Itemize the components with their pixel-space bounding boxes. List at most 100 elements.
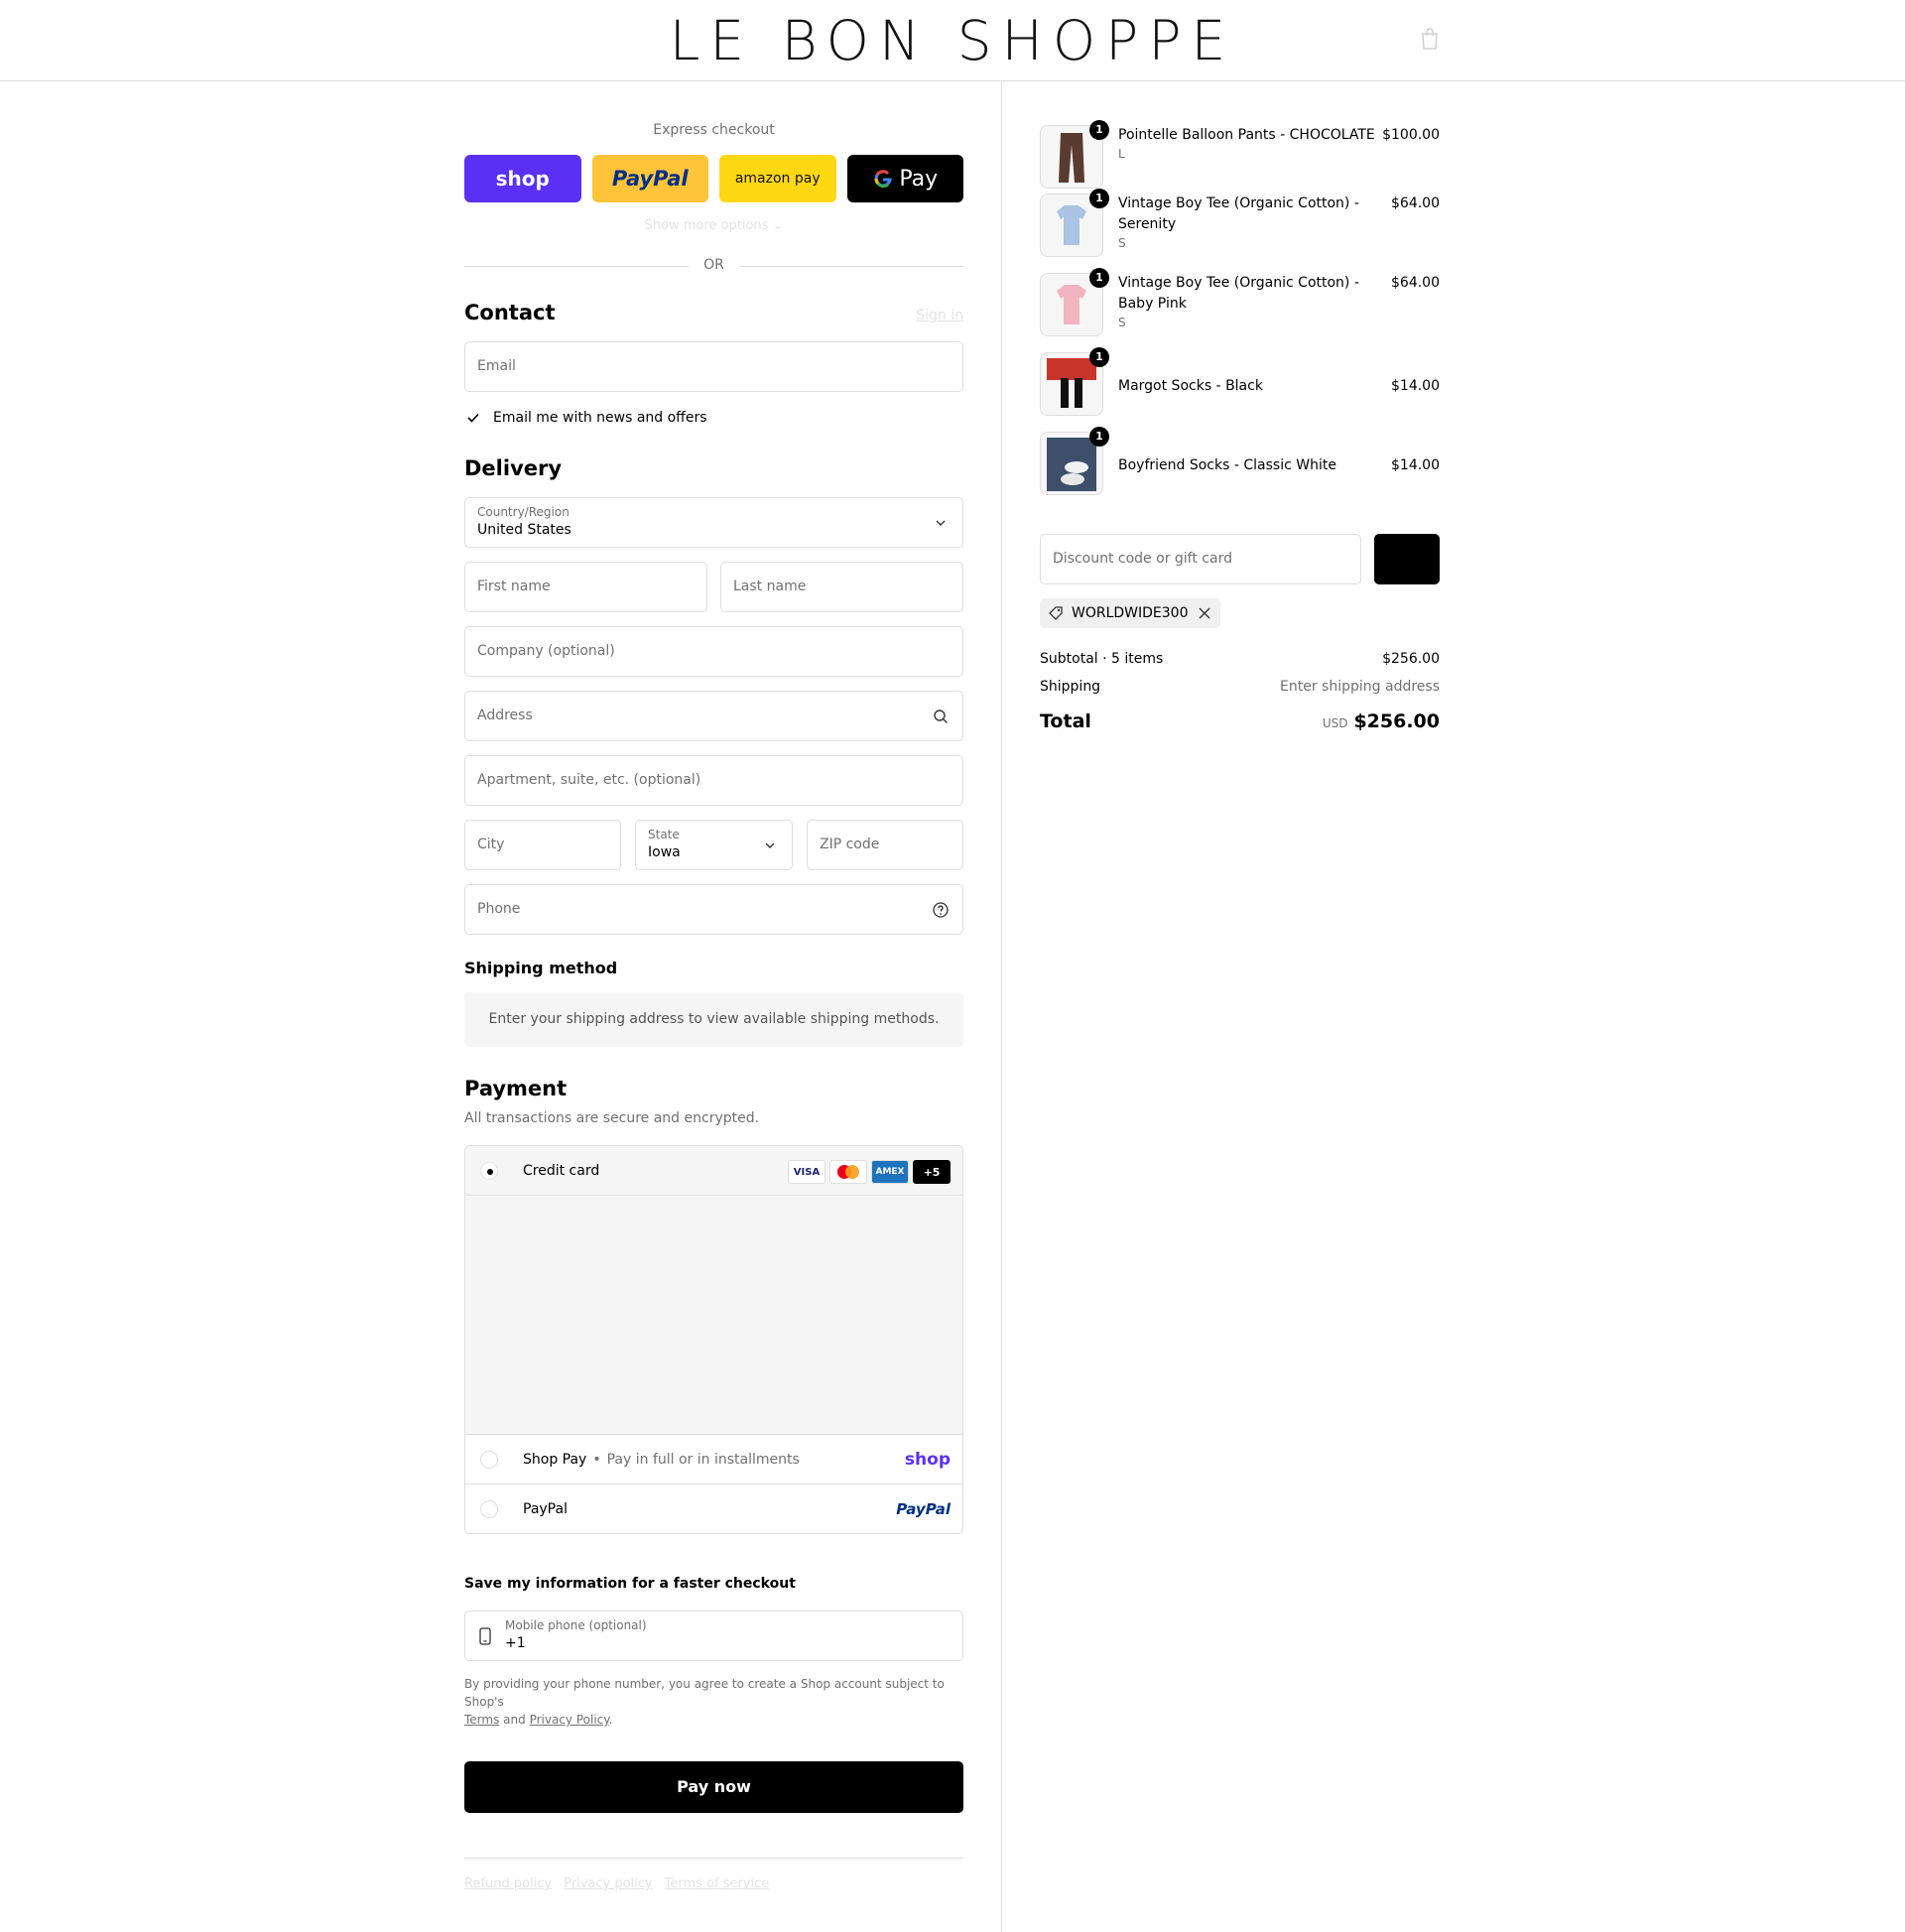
visa-icon: VISA bbox=[788, 1160, 826, 1184]
payment-methods: Credit card VISA AMEX +5 Shop Pay • Pay … bbox=[464, 1145, 963, 1534]
phone-placeholder: Phone bbox=[477, 901, 521, 917]
city-placeholder: City bbox=[477, 837, 505, 852]
quantity-badge: 1 bbox=[1089, 427, 1109, 447]
item-title: Vintage Boy Tee (Organic Cotton) - Baby … bbox=[1118, 275, 1359, 312]
first-name-placeholder: First name bbox=[477, 579, 551, 594]
email-field[interactable]: Email bbox=[464, 341, 963, 392]
email-placeholder: Email bbox=[477, 358, 516, 374]
shop-pay-button[interactable]: shop bbox=[464, 155, 581, 202]
amex-icon: AMEX bbox=[871, 1160, 909, 1184]
credit-card-option[interactable]: Credit card VISA AMEX +5 bbox=[465, 1146, 962, 1196]
newsletter-checkbox[interactable] bbox=[464, 409, 482, 427]
shop-pay-option[interactable]: Shop Pay • Pay in full or in installment… bbox=[465, 1435, 962, 1484]
privacy-policy-link[interactable]: Privacy Policy bbox=[530, 1713, 609, 1727]
item-price: $14.00 bbox=[1391, 457, 1440, 473]
product-thumbnail: 1 bbox=[1040, 189, 1109, 257]
privacy-policy-footer-link[interactable]: Privacy policy bbox=[564, 1876, 652, 1891]
discount-placeholder: Discount code or gift card bbox=[1053, 551, 1232, 567]
zip-placeholder: ZIP code bbox=[820, 837, 880, 852]
separator-dot: • bbox=[592, 1451, 601, 1468]
delivery-heading: Delivery bbox=[464, 456, 563, 480]
terms-of-service-link[interactable]: Terms of service bbox=[665, 1876, 770, 1891]
state-label: State bbox=[648, 828, 680, 841]
line-item: 1 Vintage Boy Tee (Organic Cotton) - Ser… bbox=[1040, 189, 1440, 273]
shop-pay-label: Shop Pay bbox=[523, 1451, 587, 1468]
legal-and: and bbox=[503, 1713, 526, 1727]
shipping-method-notice: Enter your shipping address to view avai… bbox=[464, 992, 963, 1047]
shop-legal-text: By providing your phone number, you agre… bbox=[464, 1675, 963, 1729]
newsletter-checkbox-row[interactable]: Email me with news and offers bbox=[464, 407, 707, 429]
line-item: 1 Boyfriend Socks - Classic White $14.00 bbox=[1040, 427, 1440, 511]
total-value: $256.00 bbox=[1353, 710, 1440, 732]
shipping-value: Enter shipping address bbox=[1280, 679, 1440, 695]
state-select[interactable]: State Iowa bbox=[635, 820, 793, 870]
google-g-icon bbox=[874, 170, 893, 189]
product-thumbnail: 1 bbox=[1040, 120, 1109, 189]
search-icon[interactable] bbox=[932, 708, 950, 725]
or-label: OR bbox=[703, 257, 724, 273]
item-name: Pointelle Balloon Pants - CHOCOLATE L bbox=[1118, 125, 1386, 163]
newsletter-label: Email me with news and offers bbox=[493, 410, 707, 426]
zip-field[interactable]: ZIP code bbox=[807, 820, 963, 870]
last-name-field[interactable]: Last name bbox=[720, 562, 963, 612]
apartment-field[interactable]: Apartment, suite, etc. (optional) bbox=[464, 755, 963, 806]
save-info-heading: Save my information for a faster checkou… bbox=[464, 1576, 796, 1592]
state-value: Iowa bbox=[648, 844, 681, 860]
city-field[interactable]: City bbox=[464, 820, 621, 870]
quantity-badge: 1 bbox=[1089, 347, 1109, 367]
item-name: Vintage Boy Tee (Organic Cotton) - Baby … bbox=[1118, 273, 1386, 331]
shop-pay-subtitle: Pay in full or in installments bbox=[606, 1451, 800, 1468]
line-item: 1 Vintage Boy Tee (Organic Cotton) - Bab… bbox=[1040, 268, 1440, 352]
item-price: $14.00 bbox=[1391, 378, 1440, 394]
google-pay-button[interactable]: Pay bbox=[846, 155, 963, 202]
checkmark-icon bbox=[467, 413, 479, 423]
mobile-phone-icon bbox=[479, 1627, 491, 1645]
more-cards-badge: +5 bbox=[913, 1160, 951, 1184]
line-item: 1 Margot Socks - Black $14.00 bbox=[1040, 347, 1440, 432]
product-thumbnail: 1 bbox=[1040, 347, 1109, 416]
tag-icon bbox=[1049, 606, 1063, 620]
paypal-radio[interactable] bbox=[480, 1500, 498, 1518]
legal-prefix: By providing your phone number, you agre… bbox=[464, 1677, 945, 1709]
credit-card-form-area[interactable] bbox=[465, 1197, 962, 1435]
mobile-phone-value: +1 bbox=[505, 1635, 526, 1651]
shop-pay-logo: shop bbox=[904, 1449, 951, 1470]
discount-code-field[interactable]: Discount code or gift card bbox=[1040, 534, 1361, 584]
item-variant: S bbox=[1118, 236, 1126, 250]
quantity-badge: 1 bbox=[1089, 189, 1109, 208]
terms-link[interactable]: Terms bbox=[464, 1713, 499, 1727]
country-select[interactable]: Country/Region United States bbox=[464, 497, 963, 548]
paypal-logo: PayPal bbox=[896, 1500, 951, 1518]
refund-policy-link[interactable]: Refund policy bbox=[464, 1876, 552, 1891]
amazon-pay-button[interactable]: amazon pay bbox=[719, 155, 836, 202]
mobile-phone-field[interactable]: Mobile phone (optional) +1 bbox=[464, 1610, 963, 1661]
apply-discount-button[interactable] bbox=[1374, 534, 1440, 584]
payment-subtitle: All transactions are secure and encrypte… bbox=[464, 1110, 760, 1126]
country-label: Country/Region bbox=[477, 505, 570, 519]
legal-period: . bbox=[608, 1713, 613, 1727]
close-icon[interactable] bbox=[1199, 607, 1210, 619]
paypal-option[interactable]: PayPal PayPal bbox=[465, 1484, 962, 1533]
shopping-bag-icon[interactable] bbox=[1420, 27, 1440, 51]
total-label: Total bbox=[1040, 710, 1091, 732]
help-circle-icon[interactable] bbox=[932, 901, 950, 919]
product-thumbnail: 1 bbox=[1040, 427, 1109, 495]
address-placeholder: Address bbox=[477, 708, 533, 723]
show-more-options-link[interactable]: Show more options ⌄ bbox=[464, 218, 963, 233]
shop-pay-radio[interactable] bbox=[480, 1450, 498, 1469]
phone-field[interactable]: Phone bbox=[464, 884, 963, 935]
footer-divider bbox=[464, 1858, 963, 1859]
sign-in-link[interactable]: Sign in bbox=[916, 308, 963, 323]
credit-card-radio[interactable] bbox=[480, 1161, 498, 1180]
address-field[interactable]: Address bbox=[464, 691, 963, 741]
first-name-field[interactable]: First name bbox=[464, 562, 707, 612]
subtotal-label: Subtotal · 5 items bbox=[1040, 651, 1164, 667]
country-value: United States bbox=[477, 522, 572, 538]
company-field[interactable]: Company (optional) bbox=[464, 626, 963, 677]
pay-now-button[interactable]: Pay now bbox=[464, 1761, 963, 1813]
mobile-phone-label: Mobile phone (optional) bbox=[505, 1618, 647, 1632]
store-logo[interactable]: LE BON SHOPPE bbox=[0, 8, 1905, 73]
or-divider: OR bbox=[464, 256, 963, 276]
paypal-button[interactable]: PayPal bbox=[591, 155, 708, 202]
chevron-down-icon bbox=[936, 520, 946, 526]
